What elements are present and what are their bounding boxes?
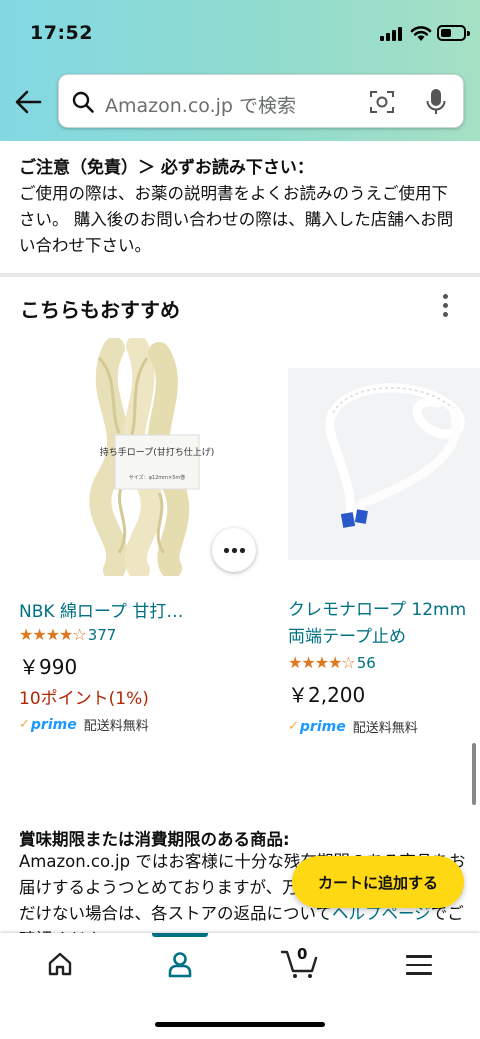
- prime-logo: prime: [299, 718, 346, 735]
- product-name[interactable]: クレモナロープ 12mm 両端テープ止め: [288, 597, 466, 651]
- more-actions-button[interactable]: [212, 528, 256, 572]
- product-name-line2: 両端テープ止め: [288, 627, 406, 647]
- prime-badge: ✓ prime 配送料無料: [288, 717, 418, 737]
- app-header: 17:52 Amazon.co.jp で検索: [0, 0, 480, 141]
- product-name-line1: クレモナロープ 12mm: [288, 600, 467, 620]
- product-image-cremona-rope[interactable]: [288, 368, 480, 560]
- notice-title: ご注意（免責）＞ 必ずお読み下さい：: [19, 158, 314, 178]
- search-icon: [72, 91, 94, 113]
- bottom-nav: 0: [0, 933, 480, 1039]
- home-indicator: [155, 1022, 325, 1027]
- cart-count: 0: [297, 945, 308, 963]
- account-icon[interactable]: [166, 950, 194, 978]
- product-points: 10ポイント(1%): [19, 689, 149, 709]
- product-rating[interactable]: ★★★★☆ 56: [288, 653, 376, 672]
- rating-count: 377: [87, 625, 117, 644]
- expiry-title: 賞味期限または消費期限のある商品:: [19, 830, 290, 849]
- wifi-icon: [410, 26, 432, 41]
- signal-icon: [380, 27, 404, 41]
- product-rating[interactable]: ★★★★☆ 377: [19, 625, 116, 644]
- scrollbar[interactable]: [472, 743, 476, 805]
- rating-stars: ★★★★☆: [288, 653, 356, 672]
- status-bar: 17:52: [0, 0, 480, 62]
- battery-icon: [437, 25, 470, 41]
- rating-stars: ★★★★☆: [19, 625, 87, 644]
- menu-icon[interactable]: [406, 955, 432, 975]
- search-input[interactable]: Amazon.co.jp で検索: [58, 74, 464, 128]
- prime-check-icon: ✓: [288, 719, 299, 734]
- product-name[interactable]: NBK 綿ロープ 甘打…: [19, 597, 183, 622]
- notice-body: ご使用の際は、お薬の説明書をよくお読みのうえご使用下さい。 購入後のお問い合わせ…: [19, 184, 454, 255]
- product-price: ￥990: [19, 655, 78, 679]
- active-tab-indicator: [152, 933, 208, 937]
- camera-search-icon[interactable]: [369, 89, 395, 115]
- shipping-text: 配送料無料: [83, 719, 149, 734]
- add-to-cart-button[interactable]: カートに追加する: [292, 856, 464, 908]
- image-label-text: 持ち手ロープ(甘打ち仕上げ): [100, 446, 214, 458]
- recommend-title: こちらもおすすめ: [20, 298, 180, 322]
- prime-check-icon: ✓: [19, 717, 30, 732]
- search-placeholder: Amazon.co.jp で検索: [105, 95, 296, 117]
- prime-logo: prime: [30, 716, 77, 733]
- microphone-icon[interactable]: [425, 88, 447, 116]
- rating-count: 56: [356, 653, 376, 672]
- back-arrow-icon[interactable]: [13, 88, 43, 116]
- more-options-icon[interactable]: [438, 292, 452, 318]
- product-price: ￥2,200: [288, 683, 366, 707]
- shipping-text: 配送料無料: [352, 721, 418, 736]
- image-sublabel-text: サイズ：φ12mm×5m巻: [129, 474, 186, 481]
- status-time: 17:52: [30, 22, 93, 44]
- cart-tab[interactable]: 0: [280, 945, 320, 979]
- section-divider: [0, 273, 480, 277]
- home-icon[interactable]: [47, 951, 73, 977]
- prime-badge: ✓ prime 配送料無料: [19, 715, 149, 735]
